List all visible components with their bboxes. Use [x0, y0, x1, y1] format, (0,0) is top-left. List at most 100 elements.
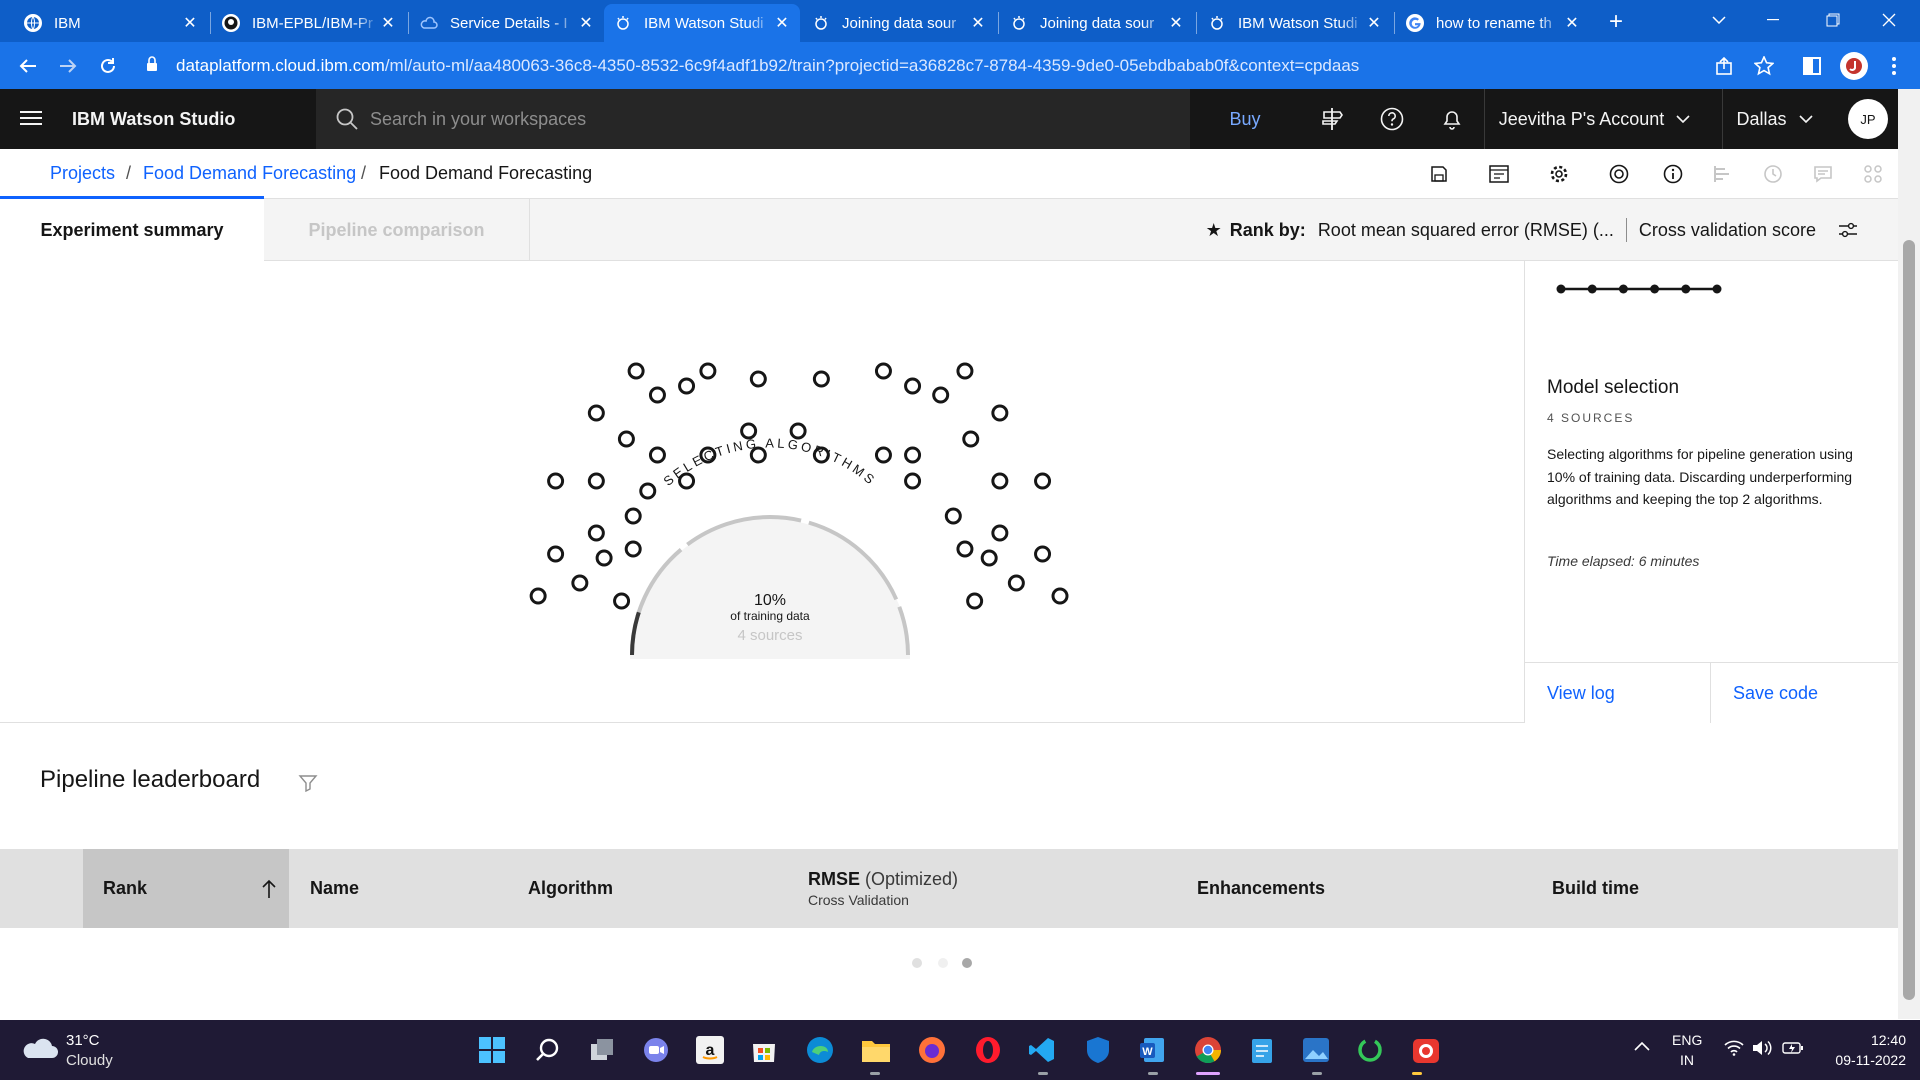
- volume-icon[interactable]: [1752, 1040, 1774, 1061]
- lock-icon[interactable]: [146, 56, 158, 77]
- clock-time[interactable]: 12:40: [1816, 1032, 1906, 1048]
- close-tab-icon[interactable]: ✕: [380, 13, 396, 33]
- browser-tab-github[interactable]: IBM-EPBL/IBM-Pr ✕: [212, 4, 406, 42]
- url-field[interactable]: dataplatform.cloud.ibm.com/ml/auto-ml/aa…: [176, 42, 1359, 89]
- filter-icon[interactable]: [298, 774, 318, 797]
- new-tab-button[interactable]: +: [1598, 4, 1634, 40]
- show-hidden-icons-chevron-icon[interactable]: [1634, 1038, 1650, 1056]
- chrome-icon[interactable]: [1188, 1030, 1228, 1070]
- signpost-icon[interactable]: [1308, 89, 1356, 149]
- help-icon[interactable]: [1368, 89, 1416, 149]
- language-indicator[interactable]: ENG: [1672, 1032, 1702, 1048]
- search-input[interactable]: [370, 108, 1150, 130]
- browser-tab-google[interactable]: how to rename th ✕: [1396, 4, 1590, 42]
- browser-tab-joining-2[interactable]: Joining data sour ✕: [1000, 4, 1194, 42]
- breadcrumb-projects-link[interactable]: Projects: [50, 149, 115, 197]
- column-header-algorithm[interactable]: Algorithm: [528, 849, 613, 928]
- region-switcher[interactable]: Dallas: [1722, 89, 1826, 149]
- close-tab-icon[interactable]: ✕: [1168, 13, 1184, 33]
- wifi-icon[interactable]: [1724, 1040, 1744, 1061]
- run-status-icon[interactable]: [1604, 159, 1634, 189]
- browser-tab-ibm[interactable]: IBM ✕: [14, 4, 208, 42]
- word-icon[interactable]: W: [1132, 1030, 1172, 1070]
- chat-icon[interactable]: [636, 1030, 676, 1070]
- page-scrollbar-thumb[interactable]: [1903, 240, 1915, 1000]
- search-icon[interactable]: [528, 1030, 568, 1070]
- microsoft-store-icon[interactable]: [744, 1030, 784, 1070]
- info-icon[interactable]: [1658, 159, 1688, 189]
- minimize-icon[interactable]: [1750, 0, 1796, 40]
- search-bar[interactable]: [316, 89, 1190, 149]
- notebook-icon[interactable]: [1484, 159, 1514, 189]
- view-log-link[interactable]: View log: [1525, 663, 1711, 723]
- task-view-icon[interactable]: [582, 1030, 622, 1070]
- close-tab-icon[interactable]: ✕: [1366, 13, 1382, 33]
- browser-tab-joining-1[interactable]: Joining data sour ✕: [802, 4, 996, 42]
- column-header-name[interactable]: Name: [310, 849, 359, 928]
- vscode-icon[interactable]: [1022, 1030, 1062, 1070]
- profile-avatar-icon[interactable]: [1840, 52, 1868, 80]
- weather-condition[interactable]: Cloudy: [66, 1052, 113, 1069]
- security-shield-icon[interactable]: [1078, 1030, 1118, 1070]
- menu-kebab-icon[interactable]: [1876, 42, 1912, 89]
- tab-experiment-summary[interactable]: Experiment summary: [0, 199, 264, 261]
- share-icon[interactable]: [1704, 42, 1744, 89]
- opera-icon[interactable]: [968, 1030, 1008, 1070]
- hamburger-menu-icon[interactable]: [20, 109, 42, 132]
- browser-tab-service-details[interactable]: Service Details - I ✕: [410, 4, 604, 42]
- forward-arrow-icon[interactable]: [48, 42, 88, 89]
- reload-icon[interactable]: [88, 42, 128, 89]
- rank-score-type[interactable]: Cross validation score: [1639, 220, 1816, 241]
- buy-link[interactable]: Buy: [1208, 89, 1282, 149]
- edge-browser-icon[interactable]: [800, 1030, 840, 1070]
- sort-ascending-arrow-icon[interactable]: [261, 879, 277, 899]
- file-explorer-icon[interactable]: [856, 1030, 896, 1070]
- account-switcher[interactable]: Jeevitha P's Account: [1484, 89, 1704, 149]
- windows-start-icon[interactable]: [472, 1030, 512, 1070]
- history-icon[interactable]: [1758, 159, 1788, 189]
- clock-date[interactable]: 09-11-2022: [1816, 1052, 1906, 1068]
- column-header-enhancements[interactable]: Enhancements: [1197, 849, 1325, 928]
- app-name[interactable]: IBM Watson Studio: [72, 89, 235, 149]
- close-tab-icon[interactable]: ✕: [182, 13, 198, 33]
- comment-icon[interactable]: [1808, 159, 1838, 189]
- settings-sliders-icon[interactable]: [1838, 221, 1858, 239]
- close-tab-icon[interactable]: ✕: [1564, 13, 1580, 33]
- sidebar-icon[interactable]: [1792, 42, 1832, 89]
- algorithm-node: [874, 362, 892, 380]
- save-code-link[interactable]: Save code: [1711, 663, 1898, 723]
- breadcrumb-project-link[interactable]: Food Demand Forecasting: [143, 149, 356, 197]
- pipeline-icon[interactable]: [1708, 159, 1738, 189]
- save-icon[interactable]: [1424, 159, 1454, 189]
- browser-tab-watson-2[interactable]: IBM Watson Studi ✕: [1198, 4, 1392, 42]
- weather-temperature[interactable]: 31°C: [66, 1032, 100, 1049]
- close-tab-icon[interactable]: ✕: [970, 13, 986, 33]
- rank-metric[interactable]: Root mean squared error (RMSE) (...: [1318, 220, 1614, 241]
- restore-icon[interactable]: [1810, 0, 1856, 40]
- address-bar: dataplatform.cloud.ibm.com/ml/auto-ml/aa…: [0, 42, 1920, 89]
- tab-search-chevron-icon[interactable]: [1696, 0, 1742, 40]
- tab-pipeline-comparison[interactable]: Pipeline comparison: [264, 199, 530, 261]
- column-header-rmse[interactable]: RMSE (Optimized) Cross Validation: [808, 849, 958, 928]
- notepad-icon[interactable]: [1242, 1030, 1282, 1070]
- settings-gear-icon[interactable]: [1544, 159, 1574, 189]
- browser-tab-watson-active[interactable]: IBM Watson Studi ✕: [604, 4, 800, 42]
- back-arrow-icon[interactable]: [8, 42, 48, 89]
- spinner-app-icon[interactable]: [1350, 1030, 1390, 1070]
- notifications-bell-icon[interactable]: [1428, 89, 1476, 149]
- column-header-build-time[interactable]: Build time: [1552, 849, 1639, 928]
- close-tab-icon[interactable]: ✕: [774, 13, 790, 33]
- amazon-icon[interactable]: a: [690, 1030, 730, 1070]
- photos-icon[interactable]: [1296, 1030, 1336, 1070]
- bookmark-star-icon[interactable]: [1744, 42, 1784, 89]
- close-window-icon[interactable]: [1866, 0, 1912, 40]
- user-avatar[interactable]: JP: [1848, 99, 1888, 139]
- region-indicator[interactable]: IN: [1672, 1052, 1702, 1068]
- rank-by-selector[interactable]: ★ Rank by: Root mean squared error (RMSE…: [1206, 199, 1858, 261]
- apps-grid-icon[interactable]: [1858, 159, 1888, 189]
- close-tab-icon[interactable]: ✕: [578, 13, 594, 33]
- battery-charging-icon[interactable]: [1782, 1040, 1804, 1061]
- camera-app-icon[interactable]: [1406, 1030, 1446, 1070]
- column-header-rank[interactable]: Rank: [83, 849, 289, 928]
- firefox-icon[interactable]: [912, 1030, 952, 1070]
